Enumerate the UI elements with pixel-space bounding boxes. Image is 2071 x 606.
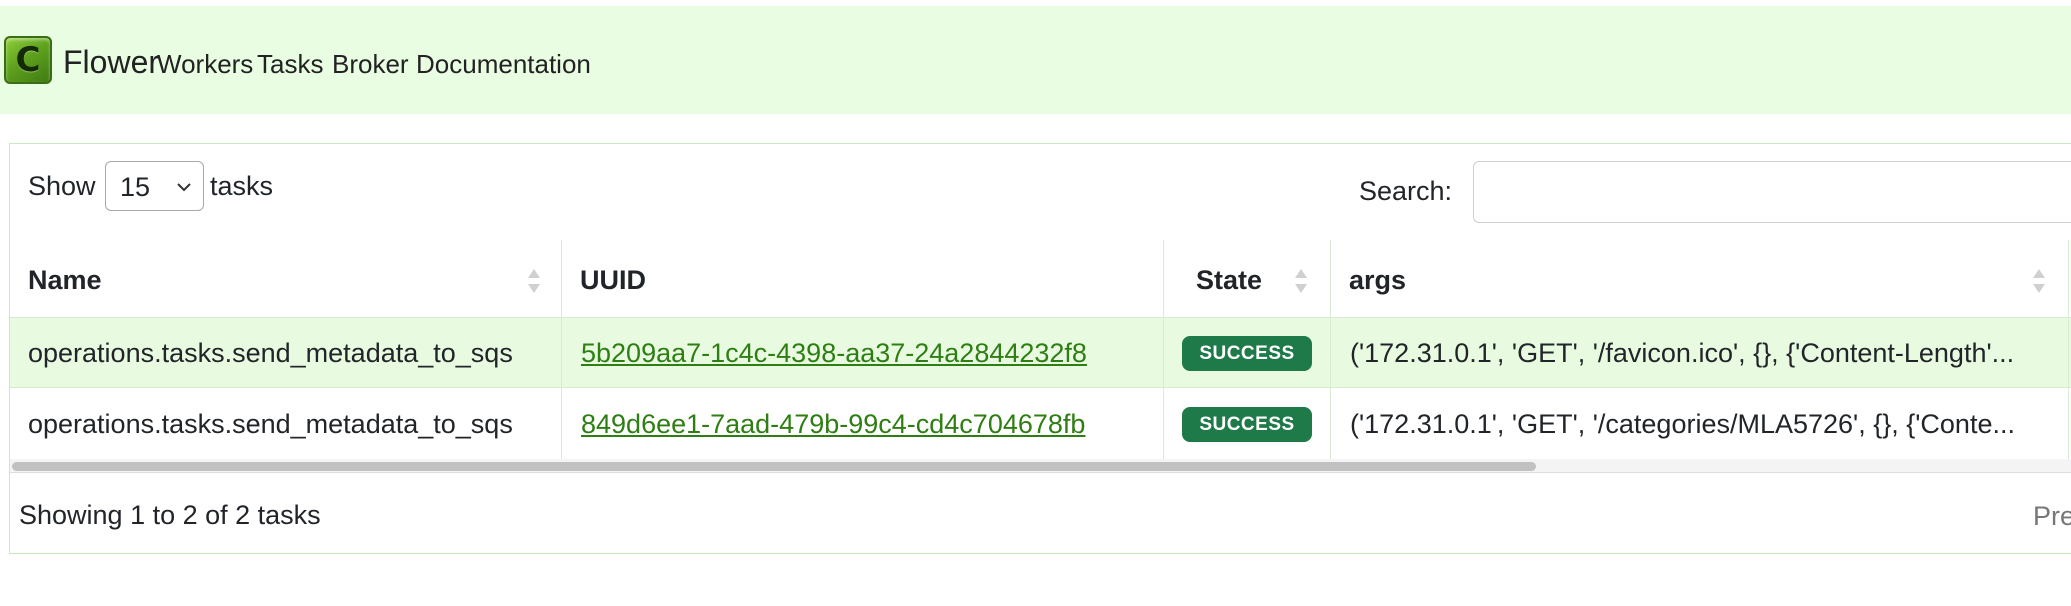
column-header-uuid[interactable]: UUID xyxy=(562,240,1163,318)
page-length-select[interactable]: 15 xyxy=(105,161,204,211)
column-divider xyxy=(561,240,562,459)
sort-both-icon xyxy=(528,269,540,293)
tasks-label: tasks xyxy=(210,171,274,201)
previous-page-button[interactable]: Pre xyxy=(2033,503,2071,530)
status-badge: SUCCESS xyxy=(1182,407,1312,442)
column-header-label: args xyxy=(1349,265,1407,295)
table-info: Showing 1 to 2 of 2 tasks xyxy=(19,500,321,530)
table-row: operations.tasks.send_metadata_to_sqs 84… xyxy=(10,389,2071,459)
flower-logo-icon[interactable]: C xyxy=(4,36,52,84)
sort-both-icon xyxy=(1295,269,1307,293)
chevron-down-icon xyxy=(177,183,191,192)
status-badge: SUCCESS xyxy=(1182,336,1312,371)
page-length-value: 15 xyxy=(120,172,151,202)
column-divider xyxy=(1163,240,1164,459)
sort-both-icon xyxy=(2033,269,2045,293)
nav-link-documentation[interactable]: Documentation xyxy=(416,51,591,77)
task-uuid-link[interactable]: 849d6ee1-7aad-479b-99c4-cd4c704678fb xyxy=(581,411,1085,438)
column-divider xyxy=(1330,240,1331,459)
column-header-args[interactable]: args xyxy=(1331,240,2071,318)
nav-link-tasks[interactable]: Tasks xyxy=(257,51,323,77)
nav-link-workers[interactable]: Workers xyxy=(157,51,253,77)
column-divider xyxy=(2068,240,2069,459)
scrollbar-thumb[interactable] xyxy=(12,462,1536,471)
column-header-state[interactable]: State xyxy=(1164,240,1330,318)
table-row: operations.tasks.send_metadata_to_sqs 5b… xyxy=(10,318,2071,388)
brand-title[interactable]: Flower xyxy=(63,46,159,78)
task-uuid-link[interactable]: 5b209aa7-1c4c-4398-aa37-24a2844232f8 xyxy=(581,340,1087,367)
column-header-name[interactable]: Name xyxy=(10,240,561,318)
task-args-cell: ('172.31.0.1', 'GET', '/favicon.ico', {}… xyxy=(1350,338,2015,368)
column-header-label: UUID xyxy=(580,265,646,295)
navbar: C Flower Workers Tasks Broker Documentat… xyxy=(0,6,2071,114)
show-label: Show xyxy=(28,171,96,201)
task-name-cell: operations.tasks.send_metadata_to_sqs xyxy=(28,409,513,439)
column-header-label: State xyxy=(1196,265,1263,295)
task-name-cell: operations.tasks.send_metadata_to_sqs xyxy=(28,338,513,368)
search-label: Search: xyxy=(1359,176,1453,206)
column-header-label: Name xyxy=(28,265,102,295)
nav-link-broker[interactable]: Broker xyxy=(332,51,409,77)
search-input[interactable] xyxy=(1473,161,2071,223)
task-args-cell: ('172.31.0.1', 'GET', '/categories/MLA57… xyxy=(1350,409,2015,439)
